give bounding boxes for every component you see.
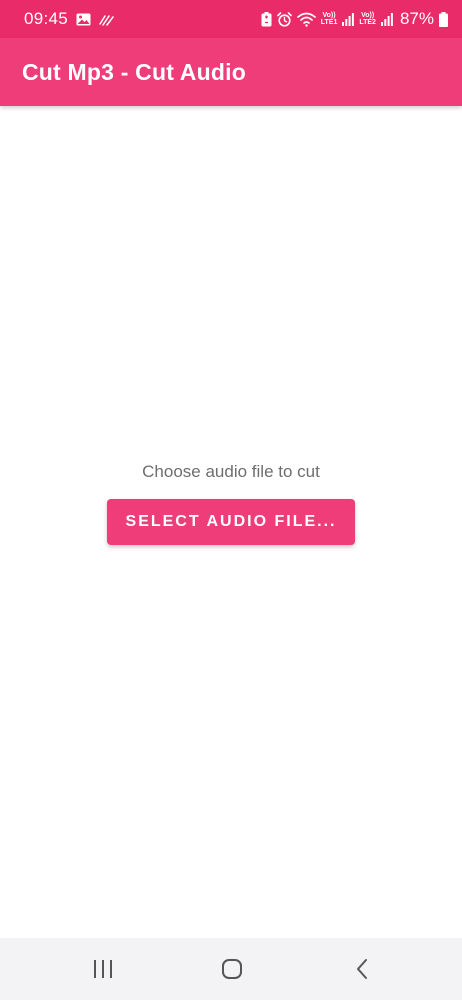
wifi-icon xyxy=(296,12,316,27)
sim2-lte-top: Vo)) xyxy=(361,12,375,19)
screen: 09:45 Vo)) LTE1 Vo)) LTE2 87% Cut Mp3 - … xyxy=(0,0,462,1000)
recent-apps-button[interactable] xyxy=(81,952,125,986)
select-audio-file-button[interactable]: SELECT AUDIO FILE... xyxy=(107,499,355,545)
battery-icon xyxy=(439,11,448,27)
app-title: Cut Mp3 - Cut Audio xyxy=(22,58,246,85)
status-left: 09:45 xyxy=(24,9,114,29)
sim2-lte-indicator: Vo)) LTE2 xyxy=(359,12,376,26)
back-icon xyxy=(357,959,367,979)
sim2-lte-bottom: LTE2 xyxy=(359,19,376,26)
recent-apps-icon xyxy=(94,960,112,978)
sim1-lte-bottom: LTE1 xyxy=(320,19,338,26)
status-bar: 09:45 Vo)) LTE1 Vo)) LTE2 87% xyxy=(0,0,462,38)
image-icon xyxy=(76,13,91,26)
sim1-lte-indicator: Vo)) LTE1 xyxy=(321,12,338,26)
battery-percent: 87% xyxy=(399,9,434,28)
back-button[interactable] xyxy=(340,952,384,986)
app-bar: Cut Mp3 - Cut Audio xyxy=(0,38,462,106)
alarm-icon xyxy=(276,11,292,27)
signal-wave-icon xyxy=(99,13,114,26)
home-icon xyxy=(222,959,242,979)
status-time: 09:45 xyxy=(24,9,69,28)
cell-signal-icon xyxy=(342,12,355,26)
cell-signal-icon xyxy=(380,12,393,26)
status-right: Vo)) LTE1 Vo)) LTE2 87% xyxy=(261,9,448,29)
choose-file-prompt: Choose audio file to cut xyxy=(142,462,320,481)
battery-saver-icon xyxy=(261,11,272,27)
sim1-lte-top: Vo)) xyxy=(322,12,336,19)
navigation-bar xyxy=(0,938,462,1000)
home-button[interactable] xyxy=(210,952,254,986)
